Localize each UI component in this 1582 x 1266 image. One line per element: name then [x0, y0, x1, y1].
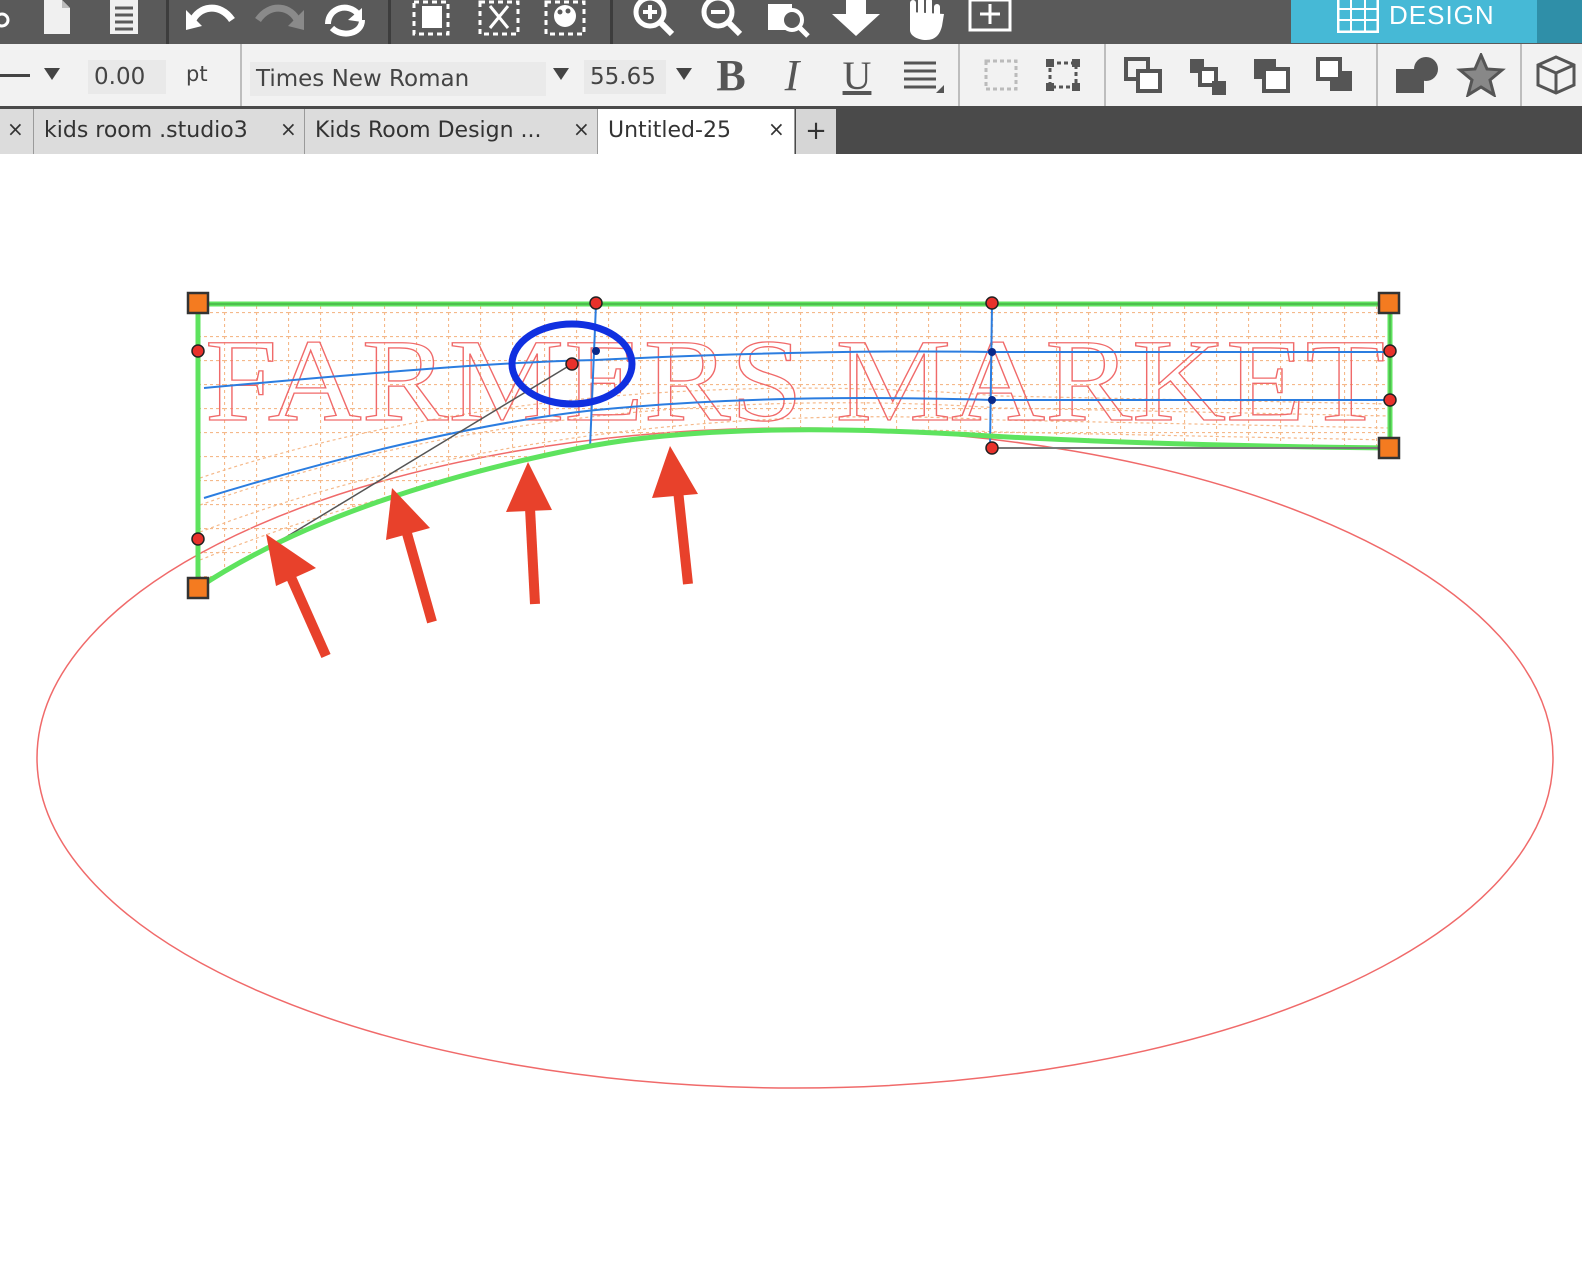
send-to-back-icon[interactable] [1312, 50, 1362, 100]
tab-kids-room-design[interactable]: Kids Room Design ... × [305, 109, 598, 154]
bring-to-front-icon[interactable] [1120, 50, 1170, 100]
design-canvas[interactable]: FARMERS MARKET [0, 154, 1582, 1266]
line-width-input[interactable]: 0.00 [88, 60, 166, 94]
arrow-up-icon [266, 534, 316, 586]
underline-button[interactable]: U [834, 50, 880, 100]
tab-close-button[interactable]: × [280, 117, 297, 141]
tab-untitled-25[interactable]: Untitled-25 × [598, 109, 795, 154]
bold-button[interactable]: B [708, 50, 754, 100]
toolbar-separator [610, 0, 613, 44]
textbar-divider [958, 44, 960, 106]
new-page-icon[interactable] [36, 0, 76, 40]
tab-close-button[interactable]: × [7, 117, 24, 141]
font-name-field[interactable]: Times New Roman [250, 62, 546, 96]
text-options-bar: 0.00 pt Times New Roman 55.65 B I U [0, 44, 1582, 107]
refresh-icon[interactable] [318, 0, 372, 40]
font-size-dropdown-caret[interactable] [676, 68, 692, 80]
textbar-divider [240, 44, 242, 106]
pan-hand-icon[interactable] [898, 0, 948, 40]
design-tab[interactable]: DESIGN [1291, 0, 1537, 43]
tab-label: Kids Room Design ... [315, 118, 542, 143]
arrow-up-icon [506, 462, 552, 512]
canvas-artwork: FARMERS MARKET [36, 291, 1554, 1089]
tab-label: Untitled-25 [608, 118, 731, 143]
arrow-up-icon [386, 488, 430, 540]
star-shape-icon[interactable] [1454, 50, 1508, 100]
warped-text-group[interactable]: FARMERS MARKET [204, 314, 1385, 446]
textbar-divider [1520, 44, 1522, 106]
font-name-dropdown-caret[interactable] [553, 68, 569, 80]
document-tabs-bar: × kids room .studio3 × Kids Room Design … [0, 106, 1582, 154]
send-backward-icon[interactable] [1248, 50, 1298, 100]
silhouette-studio-window: DESIGN 0.00 pt Times New Roman 55.65 B I… [0, 0, 1582, 1266]
font-size-input[interactable]: 55.65 [584, 60, 666, 94]
main-toolbar: DESIGN [0, 0, 1582, 44]
line-style-dropdown-caret[interactable] [44, 68, 60, 80]
fill-shape-icon[interactable] [1392, 50, 1446, 100]
fit-to-page-icon[interactable] [828, 0, 884, 40]
ungroup-icon[interactable] [1040, 50, 1088, 100]
tab-label: kids room .studio3 [44, 118, 248, 143]
farmers-market-text[interactable]: FARMERS MARKET [204, 314, 1385, 446]
text-align-icon[interactable] [896, 50, 946, 100]
select-by-color-icon[interactable] [540, 0, 590, 40]
design-tab-label: DESIGN [1389, 0, 1495, 30]
line-style-swatch[interactable] [0, 74, 30, 77]
undo-icon[interactable] [184, 0, 238, 40]
toolbar-separator [166, 0, 169, 44]
tab-partial[interactable]: × [0, 109, 34, 154]
tab-close-button[interactable]: × [768, 117, 785, 141]
zoom-in-icon[interactable] [628, 0, 678, 40]
tab-kids-room[interactable]: kids room .studio3 × [34, 109, 305, 154]
page-view-icon[interactable] [964, 0, 1018, 40]
line-width-unit: pt [186, 62, 208, 86]
grid-icon [1336, 0, 1380, 37]
deselect-icon[interactable] [474, 0, 524, 40]
bring-forward-icon[interactable] [1184, 50, 1234, 100]
group-icon[interactable] [978, 50, 1026, 100]
textbar-divider [1376, 44, 1378, 106]
zoom-out-icon[interactable] [696, 0, 746, 40]
design-tab-edge [1537, 0, 1582, 43]
italic-button[interactable]: I [772, 50, 812, 100]
zoom-selected-icon[interactable] [762, 0, 812, 40]
toolbar-separator [388, 0, 391, 44]
add-tab-button[interactable]: + [796, 109, 836, 154]
3d-box-icon[interactable] [1530, 50, 1582, 100]
select-all-icon[interactable] [406, 0, 456, 40]
document-list-icon[interactable] [104, 0, 144, 40]
redo-icon[interactable] [252, 0, 306, 40]
arrow-up-icon [652, 446, 698, 498]
tab-close-button[interactable]: × [573, 117, 590, 141]
textbar-divider [1104, 44, 1106, 106]
partial-icon[interactable] [0, 0, 20, 40]
